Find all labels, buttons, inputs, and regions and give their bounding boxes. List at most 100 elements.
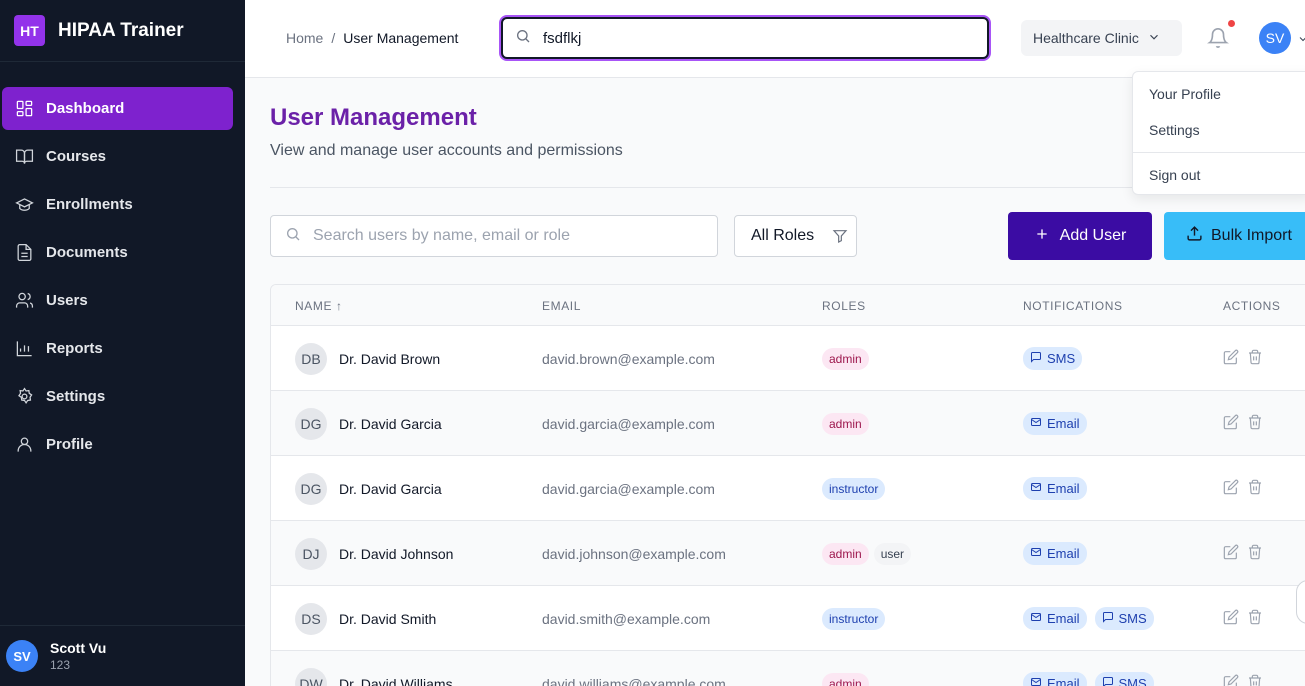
bulk-import-label: Bulk Import bbox=[1211, 227, 1292, 244]
edit-icon[interactable] bbox=[1223, 479, 1239, 498]
menu-item-settings[interactable]: Settings bbox=[1133, 112, 1305, 148]
roles-cell: admin bbox=[822, 326, 874, 391]
role-badge: admin bbox=[822, 542, 869, 565]
roles-cell: instructor bbox=[822, 586, 890, 651]
global-search-input[interactable] bbox=[543, 29, 963, 47]
role-badge: admin bbox=[822, 347, 869, 370]
user-search-input[interactable] bbox=[313, 227, 693, 245]
roles-cell: instructor bbox=[822, 456, 890, 521]
column-header-name[interactable]: NAME ↑ bbox=[295, 299, 343, 313]
user-search[interactable] bbox=[270, 215, 718, 257]
sidebar-item-users[interactable]: Users bbox=[2, 279, 233, 322]
edit-icon[interactable] bbox=[1223, 674, 1239, 686]
sidebar-item-profile[interactable]: Profile bbox=[2, 423, 233, 466]
column-header-roles: ROLES bbox=[822, 299, 866, 313]
book-icon bbox=[14, 147, 34, 167]
user-email: david.garcia@example.com bbox=[542, 415, 715, 432]
role-badge: instructor bbox=[822, 477, 886, 500]
bar-chart-icon bbox=[14, 339, 34, 359]
avatar[interactable]: SV bbox=[1259, 22, 1291, 54]
sidebar-item-label: Courses bbox=[46, 148, 107, 165]
notifications-cell: SMS bbox=[1023, 326, 1090, 391]
user-name: Dr. David Garcia bbox=[339, 415, 442, 432]
trash-icon[interactable] bbox=[1247, 349, 1263, 368]
notification-badge: Email bbox=[1023, 672, 1087, 686]
table-row: DG Dr. David Garcia david.garcia@example… bbox=[271, 456, 1305, 521]
edit-icon[interactable] bbox=[1223, 609, 1239, 628]
organization-select[interactable]: Healthcare Clinic bbox=[1021, 20, 1182, 56]
user-subtitle: 123 bbox=[50, 658, 71, 672]
scroll-handle[interactable] bbox=[1296, 580, 1305, 624]
edit-icon[interactable] bbox=[1223, 544, 1239, 563]
notification-badge: SMS bbox=[1094, 607, 1154, 630]
trash-icon[interactable] bbox=[1247, 544, 1263, 563]
breadcrumb-separator: / bbox=[331, 30, 336, 46]
menu-item-sign-out[interactable]: Sign out bbox=[1133, 157, 1305, 193]
sidebar-item-dashboard[interactable]: Dashboard bbox=[2, 87, 233, 130]
edit-icon[interactable] bbox=[1223, 414, 1239, 433]
bell-icon[interactable] bbox=[1207, 27, 1229, 49]
search-icon bbox=[515, 28, 531, 49]
sidebar-item-label: Enrollments bbox=[46, 196, 133, 213]
message-icon bbox=[1102, 676, 1114, 686]
message-icon bbox=[1102, 611, 1114, 626]
notification-badge: Email bbox=[1023, 477, 1087, 500]
sidebar-user[interactable]: SV Scott Vu 123 bbox=[0, 625, 245, 686]
avatar: DG bbox=[295, 407, 327, 440]
mail-icon bbox=[1030, 416, 1042, 431]
role-badge: instructor bbox=[822, 607, 886, 630]
sidebar: HT HIPAA Trainer Dashboard Courses Enrol… bbox=[0, 0, 245, 686]
brand-logo: HT bbox=[14, 15, 45, 46]
user-email: david.johnson@example.com bbox=[542, 545, 726, 562]
trash-icon[interactable] bbox=[1247, 479, 1263, 498]
users-icon bbox=[14, 291, 34, 311]
sidebar-item-reports[interactable]: Reports bbox=[2, 327, 233, 370]
brand[interactable]: HT HIPAA Trainer bbox=[0, 0, 245, 62]
avatar: DG bbox=[295, 472, 327, 505]
avatar: DB bbox=[295, 342, 327, 375]
notification-label: SMS bbox=[1047, 351, 1076, 366]
breadcrumb-home[interactable]: Home bbox=[286, 30, 323, 46]
document-icon bbox=[14, 243, 34, 263]
brand-name: HIPAA Trainer bbox=[58, 19, 184, 41]
table-row: DW Dr. David Williams david.williams@exa… bbox=[271, 651, 1305, 686]
sidebar-item-label: Dashboard bbox=[46, 100, 125, 117]
sidebar-item-settings[interactable]: Settings bbox=[2, 375, 233, 418]
user-email: david.williams@example.com bbox=[542, 675, 726, 686]
notification-label: SMS bbox=[1118, 611, 1147, 626]
edit-icon[interactable] bbox=[1223, 349, 1239, 368]
notification-label: SMS bbox=[1118, 676, 1147, 686]
table-row: DB Dr. David Brown david.brown@example.c… bbox=[271, 326, 1305, 391]
trash-icon[interactable] bbox=[1247, 414, 1263, 433]
role-filter-label: All Roles bbox=[751, 227, 815, 244]
role-filter-select[interactable]: All Roles bbox=[734, 215, 857, 257]
mail-icon bbox=[1030, 481, 1042, 496]
sidebar-item-enrollments[interactable]: Enrollments bbox=[2, 183, 233, 226]
add-user-button[interactable]: Add User bbox=[1008, 212, 1152, 260]
sidebar-item-documents[interactable]: Documents bbox=[2, 231, 233, 274]
plus-icon bbox=[1034, 226, 1050, 247]
table-header: NAME ↑ EMAIL ROLES NOTIFICATIONS ACTIONS bbox=[271, 285, 1305, 326]
user-name: Scott Vu bbox=[50, 640, 107, 656]
notifications-cell: Email bbox=[1023, 456, 1095, 521]
sidebar-item-label: Documents bbox=[46, 244, 128, 261]
trash-icon[interactable] bbox=[1247, 609, 1263, 628]
notification-badge: Email bbox=[1023, 412, 1087, 435]
chevron-down-icon bbox=[1147, 30, 1161, 47]
global-search[interactable] bbox=[501, 17, 989, 59]
column-header-notifications: NOTIFICATIONS bbox=[1023, 299, 1123, 313]
table-body: DB Dr. David Brown david.brown@example.c… bbox=[271, 326, 1305, 686]
profile-dropdown: Your Profile Settings Sign out bbox=[1132, 71, 1305, 195]
avatar: SV bbox=[6, 640, 38, 672]
notification-badge: SMS bbox=[1023, 347, 1083, 370]
notification-label: Email bbox=[1047, 546, 1080, 561]
user-name: Dr. David Brown bbox=[339, 350, 441, 367]
role-badge: admin bbox=[822, 412, 869, 435]
role-badge: user bbox=[873, 542, 912, 565]
trash-icon[interactable] bbox=[1247, 674, 1263, 686]
chevron-down-icon[interactable] bbox=[1297, 32, 1305, 50]
bulk-import-button[interactable]: Bulk Import bbox=[1164, 212, 1305, 260]
menu-item-your-profile[interactable]: Your Profile bbox=[1133, 76, 1305, 112]
message-icon bbox=[1030, 351, 1042, 366]
sidebar-item-courses[interactable]: Courses bbox=[2, 135, 233, 178]
